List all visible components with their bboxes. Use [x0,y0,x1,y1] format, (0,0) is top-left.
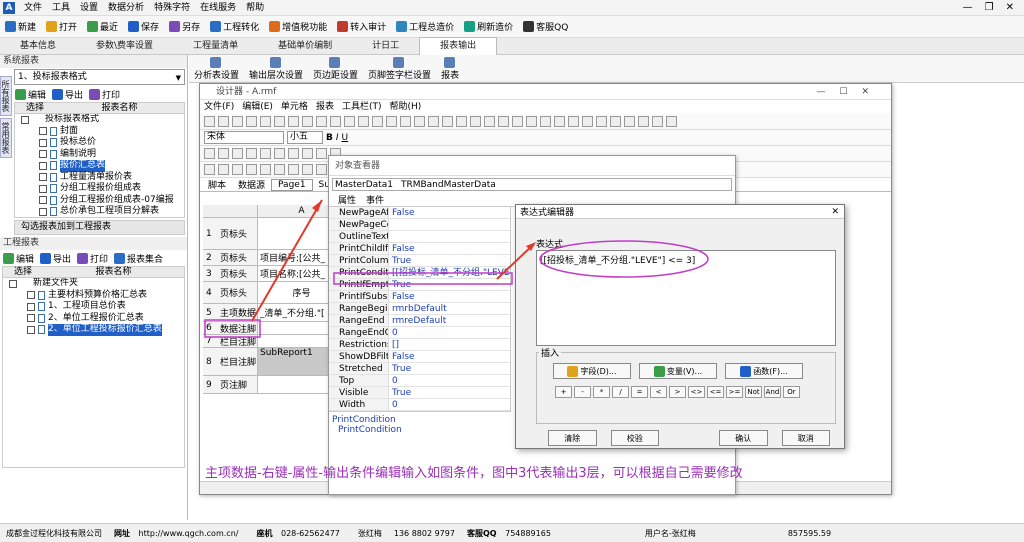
highlight-master-data [204,319,261,338]
highlight-expression [539,240,709,278]
arrow-to-editor [496,243,535,280]
annotation-overlay [204,199,709,338]
arrow-head-1 [312,200,322,212]
status-bar: 成都金过程化科技有限公司 网址 http://www.qgch.com.cn/ … [0,523,1024,542]
highlight-print-condition [333,272,513,285]
annotation-text: 主项数据-右键-属性-输出条件编辑输入如图条件，图中3代表输出3层，可以根据自己… [205,466,743,481]
arrow-to-inspector [251,199,323,322]
website-link[interactable]: http://www.qgch.com.cn/ [133,529,245,538]
